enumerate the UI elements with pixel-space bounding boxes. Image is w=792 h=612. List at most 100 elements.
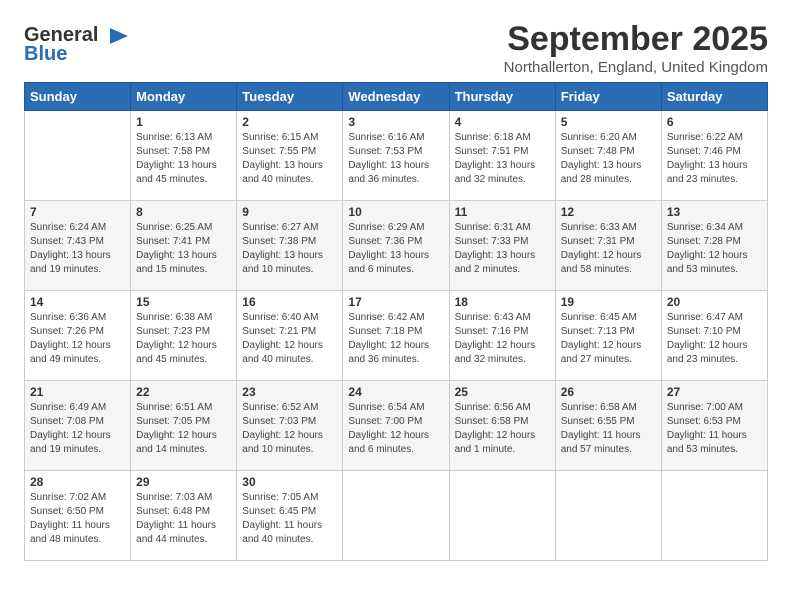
daylight: Daylight: 12 hours and 6 minutes. [348,430,429,455]
sunrise: Sunrise: 6:40 AM [242,312,318,323]
daylight: Daylight: 13 hours and 36 minutes. [348,160,429,185]
title-area: September 2025 Northallerton, England, U… [504,20,768,76]
sunset: Sunset: 7:41 PM [136,236,210,247]
day-number: 25 [455,385,550,399]
day-number: 8 [136,205,231,219]
calendar-week-3: 14 Sunrise: 6:36 AM Sunset: 7:26 PM Dayl… [25,291,768,381]
cell-info: Sunrise: 6:54 AM Sunset: 7:00 PM Dayligh… [348,401,443,457]
cell-info: Sunrise: 6:42 AM Sunset: 7:18 PM Dayligh… [348,311,443,367]
cell-info: Sunrise: 6:58 AM Sunset: 6:55 PM Dayligh… [561,401,656,457]
sunset: Sunset: 6:53 PM [667,416,741,427]
sunset: Sunset: 7:43 PM [30,236,104,247]
cell-info: Sunrise: 6:13 AM Sunset: 7:58 PM Dayligh… [136,131,231,187]
day-number: 14 [30,295,125,309]
calendar-header-tuesday: Tuesday [237,83,343,111]
daylight: Daylight: 12 hours and 27 minutes. [561,340,642,365]
day-number: 27 [667,385,762,399]
sunset: Sunset: 7:21 PM [242,326,316,337]
sunset: Sunset: 7:23 PM [136,326,210,337]
sunset: Sunset: 7:16 PM [455,326,529,337]
cell-info: Sunrise: 6:25 AM Sunset: 7:41 PM Dayligh… [136,221,231,277]
sunrise: Sunrise: 6:15 AM [242,132,318,143]
daylight: Daylight: 12 hours and 49 minutes. [30,340,111,365]
day-number: 18 [455,295,550,309]
calendar-header-row: SundayMondayTuesdayWednesdayThursdayFrid… [25,83,768,111]
calendar-cell: 13 Sunrise: 6:34 AM Sunset: 7:28 PM Dayl… [661,201,767,291]
sunset: Sunset: 7:51 PM [455,146,529,157]
header: General Blue September 2025 Northallerto… [24,20,768,76]
sunset: Sunset: 7:55 PM [242,146,316,157]
daylight: Daylight: 13 hours and 32 minutes. [455,160,536,185]
day-number: 2 [242,115,337,129]
daylight: Daylight: 12 hours and 53 minutes. [667,250,748,275]
daylight: Daylight: 11 hours and 44 minutes. [136,520,216,545]
location: Northallerton, England, United Kingdom [504,59,768,76]
daylight: Daylight: 13 hours and 6 minutes. [348,250,429,275]
calendar-cell: 5 Sunrise: 6:20 AM Sunset: 7:48 PM Dayli… [555,111,661,201]
sunrise: Sunrise: 6:29 AM [348,222,424,233]
sunset: Sunset: 7:00 PM [348,416,422,427]
calendar-body: 1 Sunrise: 6:13 AM Sunset: 7:58 PM Dayli… [25,111,768,561]
day-number: 13 [667,205,762,219]
daylight: Daylight: 11 hours and 40 minutes. [242,520,322,545]
calendar-cell: 2 Sunrise: 6:15 AM Sunset: 7:55 PM Dayli… [237,111,343,201]
day-number: 19 [561,295,656,309]
sunrise: Sunrise: 6:25 AM [136,222,212,233]
sunset: Sunset: 7:10 PM [667,326,741,337]
daylight: Daylight: 12 hours and 23 minutes. [667,340,748,365]
calendar-header-monday: Monday [131,83,237,111]
month-title: September 2025 [504,20,768,59]
calendar-cell: 11 Sunrise: 6:31 AM Sunset: 7:33 PM Dayl… [449,201,555,291]
daylight: Daylight: 12 hours and 1 minute. [455,430,536,455]
cell-info: Sunrise: 6:33 AM Sunset: 7:31 PM Dayligh… [561,221,656,277]
calendar-cell: 9 Sunrise: 6:27 AM Sunset: 7:38 PM Dayli… [237,201,343,291]
cell-info: Sunrise: 6:22 AM Sunset: 7:46 PM Dayligh… [667,131,762,187]
calendar-table: SundayMondayTuesdayWednesdayThursdayFrid… [24,82,768,561]
calendar-cell: 28 Sunrise: 7:02 AM Sunset: 6:50 PM Dayl… [25,471,131,561]
calendar-header-sunday: Sunday [25,83,131,111]
calendar-cell: 6 Sunrise: 6:22 AM Sunset: 7:46 PM Dayli… [661,111,767,201]
sunset: Sunset: 6:50 PM [30,506,104,517]
calendar-cell: 3 Sunrise: 6:16 AM Sunset: 7:53 PM Dayli… [343,111,449,201]
sunrise: Sunrise: 7:03 AM [136,492,212,503]
sunrise: Sunrise: 6:38 AM [136,312,212,323]
daylight: Daylight: 13 hours and 19 minutes. [30,250,111,275]
day-number: 12 [561,205,656,219]
sunrise: Sunrise: 7:00 AM [667,402,743,413]
cell-info: Sunrise: 6:16 AM Sunset: 7:53 PM Dayligh… [348,131,443,187]
day-number: 11 [455,205,550,219]
sunrise: Sunrise: 6:49 AM [30,402,106,413]
sunset: Sunset: 7:58 PM [136,146,210,157]
day-number: 10 [348,205,443,219]
calendar-cell [25,111,131,201]
daylight: Daylight: 12 hours and 58 minutes. [561,250,642,275]
calendar-header-friday: Friday [555,83,661,111]
day-number: 23 [242,385,337,399]
sunset: Sunset: 7:46 PM [667,146,741,157]
cell-info: Sunrise: 7:05 AM Sunset: 6:45 PM Dayligh… [242,491,337,547]
daylight: Daylight: 12 hours and 40 minutes. [242,340,323,365]
sunset: Sunset: 7:03 PM [242,416,316,427]
calendar-header-saturday: Saturday [661,83,767,111]
calendar-cell [449,471,555,561]
calendar-week-4: 21 Sunrise: 6:49 AM Sunset: 7:08 PM Dayl… [25,381,768,471]
daylight: Daylight: 13 hours and 45 minutes. [136,160,217,185]
calendar-cell: 22 Sunrise: 6:51 AM Sunset: 7:05 PM Dayl… [131,381,237,471]
day-number: 17 [348,295,443,309]
cell-info: Sunrise: 6:40 AM Sunset: 7:21 PM Dayligh… [242,311,337,367]
day-number: 28 [30,475,125,489]
calendar-cell: 19 Sunrise: 6:45 AM Sunset: 7:13 PM Dayl… [555,291,661,381]
day-number: 24 [348,385,443,399]
day-number: 26 [561,385,656,399]
sunrise: Sunrise: 6:13 AM [136,132,212,143]
cell-info: Sunrise: 6:29 AM Sunset: 7:36 PM Dayligh… [348,221,443,277]
calendar-cell: 10 Sunrise: 6:29 AM Sunset: 7:36 PM Dayl… [343,201,449,291]
daylight: Daylight: 13 hours and 40 minutes. [242,160,323,185]
sunrise: Sunrise: 6:31 AM [455,222,531,233]
cell-info: Sunrise: 6:24 AM Sunset: 7:43 PM Dayligh… [30,221,125,277]
calendar-cell: 1 Sunrise: 6:13 AM Sunset: 7:58 PM Dayli… [131,111,237,201]
calendar-cell: 16 Sunrise: 6:40 AM Sunset: 7:21 PM Dayl… [237,291,343,381]
cell-info: Sunrise: 6:15 AM Sunset: 7:55 PM Dayligh… [242,131,337,187]
daylight: Daylight: 13 hours and 28 minutes. [561,160,642,185]
day-number: 21 [30,385,125,399]
